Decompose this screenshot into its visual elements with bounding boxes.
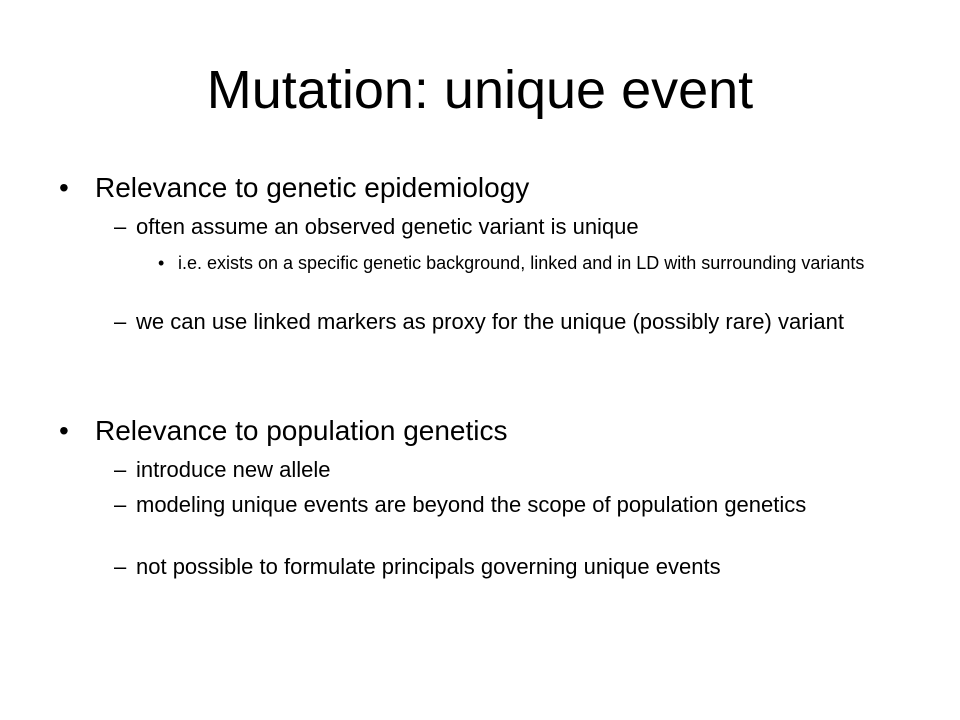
dash-marker: – xyxy=(114,309,127,334)
bullet-item-genetic-epidemiology: • Relevance to genetic epidemiology xyxy=(59,172,895,204)
bullet-marker: • xyxy=(158,253,165,273)
sub-item-beyond-scope: – modeling unique events are beyond the … xyxy=(114,492,876,518)
slide: Mutation: unique event • Relevance to ge… xyxy=(0,0,960,720)
sub-item-text: modeling unique events are beyond the sc… xyxy=(136,492,807,517)
dash-marker: – xyxy=(114,214,127,239)
bullet-text: Relevance to genetic epidemiology xyxy=(95,172,530,203)
sub-item-text: we can use linked markers as proxy for t… xyxy=(136,309,844,334)
sub-item-text: not possible to formulate principals gov… xyxy=(136,554,721,579)
dash-marker: – xyxy=(114,554,127,579)
sub-item-new-allele: – introduce new allele xyxy=(114,457,896,483)
dash-marker: – xyxy=(114,492,127,517)
sub-item-assume-unique: – often assume an observed genetic varia… xyxy=(114,214,896,240)
sub-sub-item-text: i.e. exists on a specific genetic backgr… xyxy=(178,253,865,273)
bullet-marker: • xyxy=(59,415,69,446)
sub-item-linked-markers: – we can use linked markers as proxy for… xyxy=(114,309,866,335)
bullet-text: Relevance to population genetics xyxy=(95,415,508,446)
slide-title: Mutation: unique event xyxy=(206,60,754,120)
bullet-item-population-genetics: • Relevance to population genetics xyxy=(59,415,895,447)
sub-sub-item-genetic-background: • i.e. exists on a specific genetic back… xyxy=(158,252,878,274)
sub-item-text: introduce new allele xyxy=(136,457,331,482)
sub-item-not-possible: – not possible to formulate principals g… xyxy=(114,554,916,580)
bullet-marker: • xyxy=(59,172,69,203)
sub-item-text: often assume an observed genetic variant… xyxy=(136,214,639,239)
dash-marker: – xyxy=(114,457,127,482)
